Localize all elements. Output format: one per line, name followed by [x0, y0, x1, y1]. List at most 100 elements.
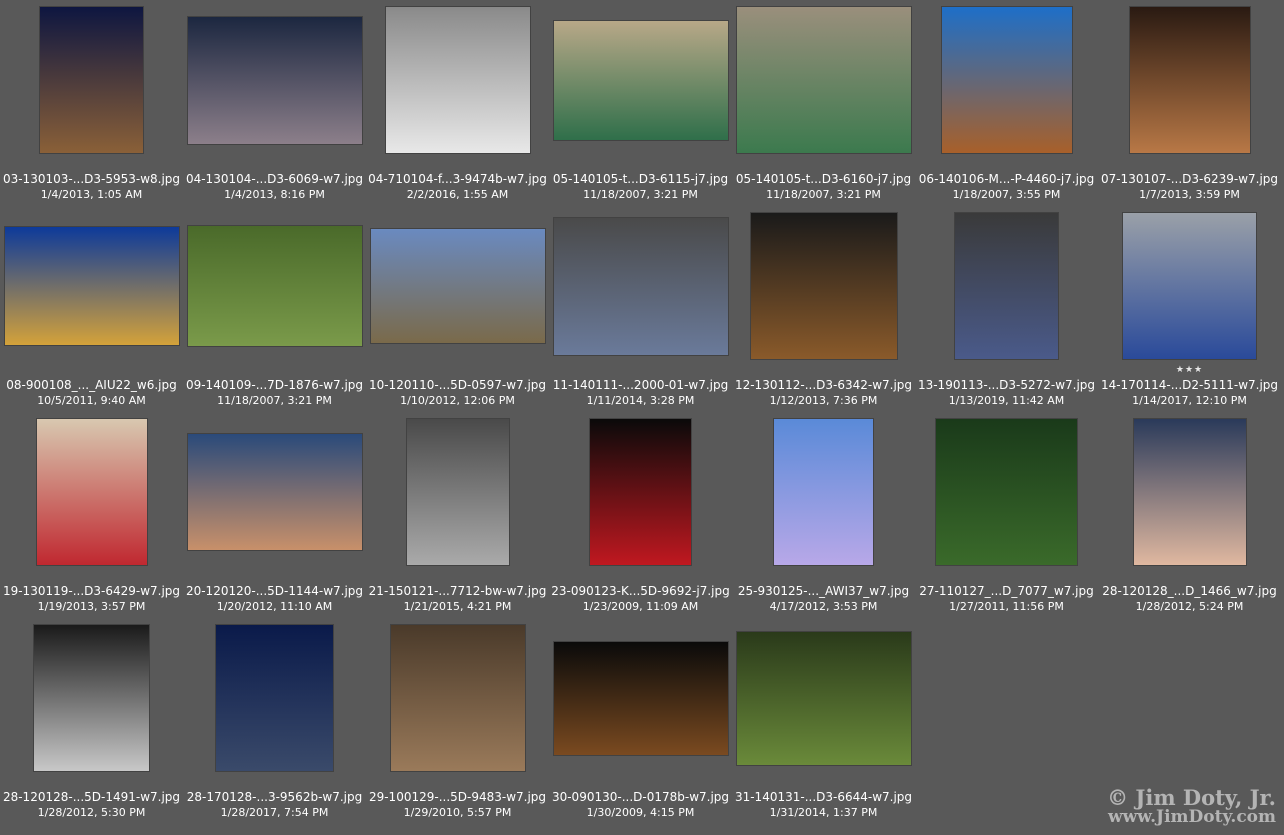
- thumbnail-cell[interactable]: 13-190113-...D3-5272-w7.jpg 1/13/2019, 11…: [915, 210, 1098, 417]
- thumbnail-frame: [732, 416, 915, 568]
- thumbnail-image[interactable]: [390, 625, 525, 771]
- thumbnail-cell[interactable]: 23-090123-K...5D-9692-j7.jpg 1/23/2009, 1…: [549, 416, 732, 623]
- thumbnail-cell[interactable]: 12-130112-...D3-6342-w7.jpg 1/12/2013, 7:…: [732, 210, 915, 417]
- file-date: 1/13/2019, 11:42 AM: [948, 394, 1065, 407]
- file-date: 1/14/2017, 12:10 PM: [1132, 394, 1247, 407]
- thumbnail-frame: [366, 4, 549, 156]
- thumbnail-frame: [1098, 210, 1281, 362]
- thumbnail-image[interactable]: [774, 419, 873, 565]
- thumbnail-cell[interactable]: 25-930125-..._AWI37_w7.jpg 4/17/2012, 3:5…: [732, 416, 915, 623]
- thumbnail-image[interactable]: [590, 419, 691, 565]
- thumbnail-cell[interactable]: 28-170128-...3-9562b-w7.jpg 1/28/2017, 7:…: [183, 622, 366, 829]
- thumbnail-cell[interactable]: 30-090130-...D-0178b-w7.jpg 1/30/2009, 4:…: [549, 622, 732, 829]
- file-date: 10/5/2011, 9:40 AM: [37, 394, 146, 407]
- thumbnail-image[interactable]: [216, 625, 333, 771]
- file-date: 1/10/2012, 12:06 PM: [400, 394, 515, 407]
- thumbnail-image[interactable]: [187, 434, 362, 550]
- file-name: 30-090130-...D-0178b-w7.jpg: [551, 790, 730, 804]
- file-name: 08-900108_..._AIU22_w6.jpg: [6, 378, 177, 392]
- thumbnail-cell[interactable]: 05-140105-t...D3-6115-j7.jpg 11/18/2007, …: [549, 4, 732, 211]
- thumbnail-cell[interactable]: 28-120128-...5D-1491-w7.jpg 1/28/2012, 5:…: [0, 622, 183, 829]
- thumbnail-cell[interactable]: 05-140105-t...D3-6160-j7.jpg 11/18/2007, …: [732, 4, 915, 211]
- thumbnail-frame: [732, 4, 915, 156]
- thumbnail-cell[interactable]: 06-140106-M...-P-4460-j7.jpg 1/18/2007, 3…: [915, 4, 1098, 211]
- thumbnail-frame: [0, 622, 183, 774]
- thumbnail-image[interactable]: [1133, 419, 1246, 565]
- file-name: 06-140106-M...-P-4460-j7.jpg: [918, 172, 1095, 186]
- file-name: 27-110127_...D_7077_w7.jpg: [919, 584, 1094, 598]
- file-date: 1/7/2013, 3:59 PM: [1139, 188, 1240, 201]
- thumbnail-image[interactable]: [936, 419, 1077, 565]
- file-name: 07-130107-...D3-6239-w7.jpg: [1100, 172, 1279, 186]
- thumbnail-image[interactable]: [370, 229, 545, 343]
- thumbnail-image[interactable]: [34, 625, 149, 771]
- thumbnail-image[interactable]: [736, 631, 911, 765]
- thumbnail-frame: [732, 210, 915, 362]
- thumbnail-frame: [183, 416, 366, 568]
- file-name: 09-140109-...7D-1876-w7.jpg: [185, 378, 364, 392]
- thumbnail-image[interactable]: [736, 7, 911, 153]
- file-name: 04-710104-f...3-9474b-w7.jpg: [368, 172, 547, 186]
- file-date: 11/18/2007, 3:21 PM: [217, 394, 332, 407]
- thumbnail-cell[interactable]: 09-140109-...7D-1876-w7.jpg 11/18/2007, 3…: [183, 210, 366, 417]
- thumbnail-image[interactable]: [750, 213, 897, 359]
- thumbnail-cell[interactable]: ★★★ 14-170114-...D2-5111-w7.jpg 1/14/2017,…: [1098, 210, 1281, 417]
- file-date: 1/28/2017, 7:54 PM: [220, 806, 329, 819]
- file-name: 14-170114-...D2-5111-w7.jpg: [1100, 378, 1279, 392]
- file-name: 12-130112-...D3-6342-w7.jpg: [734, 378, 913, 392]
- thumbnail-cell[interactable]: 29-100129-...5D-9483-w7.jpg 1/29/2010, 5:…: [366, 622, 549, 829]
- file-name: 28-120128-...5D-1491-w7.jpg: [2, 790, 181, 804]
- thumbnail-image[interactable]: [385, 7, 530, 153]
- file-date: 1/19/2013, 3:57 PM: [37, 600, 146, 613]
- thumbnail-image[interactable]: [36, 419, 147, 565]
- file-name: 25-930125-..._AWI37_w7.jpg: [737, 584, 910, 598]
- thumbnail-image[interactable]: [553, 20, 728, 140]
- file-date: 1/30/2009, 4:15 PM: [586, 806, 695, 819]
- file-name: 04-130104-...D3-6069-w7.jpg: [185, 172, 364, 186]
- thumbnail-frame: [549, 622, 732, 774]
- thumbnail-cell[interactable]: 08-900108_..._AIU22_w6.jpg 10/5/2011, 9:4…: [0, 210, 183, 417]
- thumbnail-frame: [366, 210, 549, 362]
- file-name: 28-120128_...D_1466_w7.jpg: [1102, 584, 1277, 598]
- file-name: 13-190113-...D3-5272-w7.jpg: [917, 378, 1096, 392]
- file-date: 1/4/2013, 1:05 AM: [40, 188, 143, 201]
- thumbnail-frame: [915, 210, 1098, 362]
- thumbnail-image[interactable]: [955, 213, 1058, 359]
- thumbnail-frame: [732, 622, 915, 774]
- file-date: 2/2/2016, 1:55 AM: [406, 188, 509, 201]
- thumbnail-cell[interactable]: 20-120120-...5D-1144-w7.jpg 1/20/2012, 11…: [183, 416, 366, 623]
- thumbnail-cell[interactable]: 27-110127_...D_7077_w7.jpg 1/27/2011, 11:…: [915, 416, 1098, 623]
- thumbnail-cell[interactable]: 11-140111-...2000-01-w7.jpg 1/11/2014, 3:…: [549, 210, 732, 417]
- thumbnail-image[interactable]: [4, 227, 179, 345]
- copyright-watermark: © Jim Doty, Jr. www.JimDoty.com: [1107, 787, 1276, 827]
- thumbnail-image[interactable]: [406, 419, 509, 565]
- file-date: 1/23/2009, 11:09 AM: [582, 600, 699, 613]
- thumbnail-image[interactable]: [187, 16, 362, 144]
- thumbnail-image[interactable]: [553, 641, 728, 755]
- file-name: 10-120110-...5D-0597-w7.jpg: [368, 378, 547, 392]
- thumbnail-image[interactable]: [1129, 7, 1250, 153]
- file-date: 1/18/2007, 3:55 PM: [952, 188, 1061, 201]
- file-name: 21-150121-...7712-bw-w7.jpg: [368, 584, 547, 598]
- thumbnail-image[interactable]: [187, 226, 362, 346]
- file-name: 03-130103-...D3-5953-w8.jpg: [2, 172, 181, 186]
- thumbnail-image[interactable]: [553, 217, 728, 355]
- thumbnail-cell[interactable]: 04-710104-f...3-9474b-w7.jpg 2/2/2016, 1:…: [366, 4, 549, 211]
- thumbnail-image[interactable]: [1123, 213, 1256, 359]
- file-date: 1/28/2012, 5:30 PM: [37, 806, 146, 819]
- thumbnail-image[interactable]: [941, 7, 1072, 153]
- thumbnail-cell[interactable]: 03-130103-...D3-5953-w8.jpg 1/4/2013, 1:0…: [0, 4, 183, 211]
- rating-stars[interactable]: ★★★: [1098, 364, 1281, 376]
- file-date: 11/18/2007, 3:21 PM: [766, 188, 881, 201]
- thumbnail-cell[interactable]: 07-130107-...D3-6239-w7.jpg 1/7/2013, 3:5…: [1098, 4, 1281, 211]
- thumbnail-frame: [1098, 416, 1281, 568]
- thumbnail-cell[interactable]: 21-150121-...7712-bw-w7.jpg 1/21/2015, 4:…: [366, 416, 549, 623]
- thumbnail-cell[interactable]: 28-120128_...D_1466_w7.jpg 1/28/2012, 5:2…: [1098, 416, 1281, 623]
- thumbnail-cell[interactable]: 19-130119-...D3-6429-w7.jpg 1/19/2013, 3:…: [0, 416, 183, 623]
- thumbnail-image[interactable]: [40, 7, 143, 153]
- thumbnail-cell[interactable]: 04-130104-...D3-6069-w7.jpg 1/4/2013, 8:1…: [183, 4, 366, 211]
- file-date: 11/18/2007, 3:21 PM: [583, 188, 698, 201]
- thumbnail-cell[interactable]: 10-120110-...5D-0597-w7.jpg 1/10/2012, 12…: [366, 210, 549, 417]
- thumbnail-frame: [0, 4, 183, 156]
- thumbnail-cell[interactable]: 31-140131-...D3-6644-w7.jpg 1/31/2014, 1:…: [732, 622, 915, 829]
